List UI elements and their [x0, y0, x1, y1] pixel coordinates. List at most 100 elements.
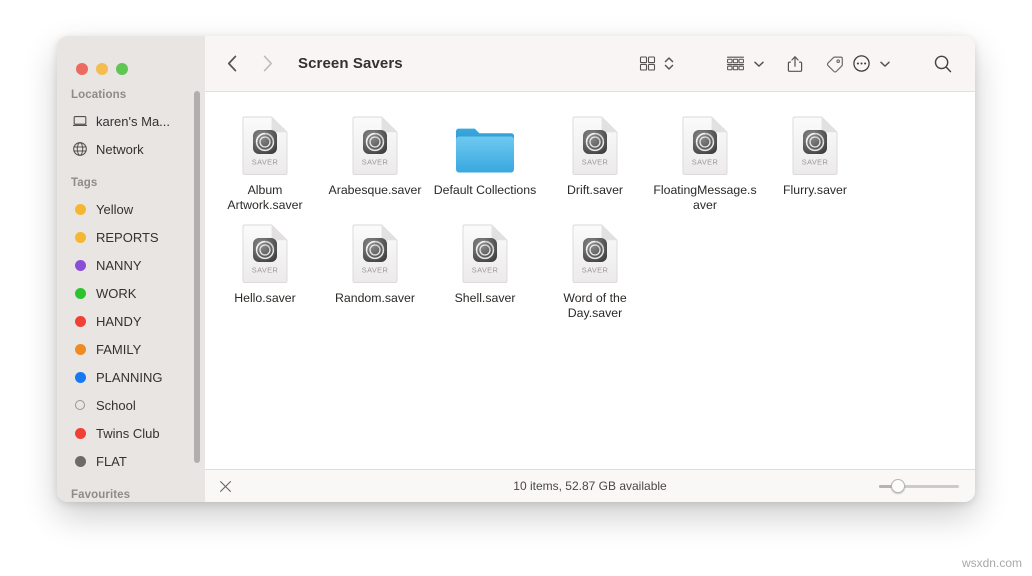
sidebar-item-tag-school[interactable]: School	[57, 391, 205, 419]
minimize-window-button[interactable]	[96, 63, 108, 75]
file-item[interactable]: SAVER Shell.saver	[430, 216, 540, 320]
slider-knob[interactable]	[891, 479, 905, 493]
file-label: Drift.saver	[543, 183, 647, 198]
file-item[interactable]: SAVER Drift.saver	[540, 108, 650, 212]
file-label: FloatingMessage.saver	[653, 183, 757, 212]
sidebar-item-tag-nanny[interactable]: NANNY	[57, 251, 205, 279]
tag-dot-icon	[72, 313, 88, 329]
file-item[interactable]: SAVER Random.saver	[320, 216, 430, 320]
sidebar-item-karens-mac[interactable]: karen's Ma...	[57, 107, 205, 135]
file-item[interactable]: SAVER FloatingMessage.saver	[650, 108, 760, 212]
tag-dot-icon	[72, 201, 88, 217]
toolbar-right-group	[635, 50, 957, 78]
saver-badge-text: SAVER	[582, 157, 609, 166]
file-item[interactable]: SAVER Arabesque.saver	[320, 108, 430, 212]
sidebar-item-network[interactable]: Network	[57, 135, 205, 163]
group-by-button[interactable]	[722, 50, 749, 78]
sidebar-scroll-area: Locations karen's Ma...	[57, 83, 205, 502]
file-label: Arabesque.saver	[323, 183, 427, 198]
sidebar-item-label: FLAT	[96, 454, 127, 469]
sidebar-item-tag-reports[interactable]: REPORTS	[57, 223, 205, 251]
saver-badge-text: SAVER	[362, 265, 389, 274]
sidebar-item-label: NANNY	[96, 258, 142, 273]
saver-badge-text: SAVER	[692, 157, 719, 166]
saver-file-icon: SAVER	[792, 110, 838, 176]
sidebar: Locations karen's Ma...	[57, 36, 205, 502]
sidebar-item-tag-handy[interactable]: HANDY	[57, 307, 205, 335]
close-icon[interactable]	[217, 478, 233, 494]
sidebar-item-tag-work[interactable]: WORK	[57, 279, 205, 307]
status-bar: 10 items, 52.87 GB available	[205, 469, 975, 502]
search-button[interactable]	[929, 50, 957, 78]
sidebar-item-label: WORK	[96, 286, 136, 301]
chevron-down-icon[interactable]	[749, 50, 769, 78]
tag-dot-icon	[72, 285, 88, 301]
sidebar-item-label: PLANNING	[96, 370, 162, 385]
forward-button[interactable]	[260, 54, 274, 74]
tag-dot-icon	[72, 229, 88, 245]
window-title: Screen Savers	[298, 55, 403, 72]
sidebar-item-label: HANDY	[96, 314, 142, 329]
sidebar-item-label: Yellow	[96, 202, 133, 217]
more-options-button[interactable]	[848, 50, 875, 78]
sidebar-item-tag-yellow[interactable]: Yellow	[57, 195, 205, 223]
main-pane: Screen Savers	[205, 36, 975, 502]
zoom-slider[interactable]	[879, 479, 959, 493]
toolbar: Screen Savers	[205, 36, 975, 92]
zoom-window-button[interactable]	[116, 63, 128, 75]
saver-file-icon: SAVER	[462, 218, 508, 284]
file-item[interactable]: SAVER Hello.saver	[210, 216, 320, 320]
sidebar-scrollbar[interactable]	[194, 91, 200, 463]
traffic-lights	[57, 36, 205, 83]
sidebar-item-label: karen's Ma...	[96, 114, 170, 129]
navigation-arrows	[225, 54, 274, 74]
icon-view-button[interactable]	[635, 50, 660, 78]
file-item[interactable]: SAVER Album Artwork.saver	[210, 108, 320, 212]
file-item[interactable]: SAVER Word of the Day.saver	[540, 216, 650, 320]
file-label: Flurry.saver	[763, 183, 867, 198]
sidebar-item-label: FAMILY	[96, 342, 141, 357]
tag-dot-icon	[72, 425, 88, 441]
saver-badge-text: SAVER	[472, 265, 499, 274]
saver-file-icon: SAVER	[352, 218, 398, 284]
tag-dot-hollow-icon	[72, 397, 88, 413]
folder-item[interactable]: Default Collections	[430, 108, 540, 212]
view-sort-chevrons-icon[interactable]	[660, 50, 678, 78]
finder-window: Locations karen's Ma...	[57, 36, 975, 502]
laptop-icon	[72, 113, 88, 129]
tag-dot-icon	[72, 453, 88, 469]
sidebar-section-tags-title: Tags	[57, 163, 205, 195]
file-label: Default Collections	[433, 183, 537, 198]
saver-badge-text: SAVER	[362, 157, 389, 166]
saver-badge-text: SAVER	[252, 157, 279, 166]
back-button[interactable]	[225, 54, 239, 74]
screen-root: Locations karen's Ma...	[0, 0, 1032, 576]
folder-icon	[454, 110, 516, 176]
file-label: Random.saver	[323, 291, 427, 306]
globe-icon	[72, 141, 88, 157]
sidebar-item-label: REPORTS	[96, 230, 159, 245]
tag-button[interactable]	[821, 50, 848, 78]
saver-file-icon: SAVER	[572, 218, 618, 284]
file-label: Shell.saver	[433, 291, 537, 306]
file-item[interactable]: SAVER Flurry.saver	[760, 108, 870, 212]
saver-file-icon: SAVER	[572, 110, 618, 176]
saver-file-icon: SAVER	[242, 110, 288, 176]
file-label: Album Artwork.saver	[213, 183, 317, 212]
share-button[interactable]	[783, 50, 807, 78]
sidebar-item-label: Network	[96, 142, 144, 157]
sidebar-item-tag-family[interactable]: FAMILY	[57, 335, 205, 363]
file-grid-area[interactable]: SAVER Album Artwork.saver	[205, 92, 975, 469]
file-grid: SAVER Album Artwork.saver	[205, 92, 975, 320]
saver-file-icon: SAVER	[682, 110, 728, 176]
chevron-down-icon[interactable]	[875, 50, 895, 78]
sidebar-item-tag-flat[interactable]: FLAT	[57, 447, 205, 475]
sidebar-item-tag-twins-club[interactable]: Twins Club	[57, 419, 205, 447]
file-label: Hello.saver	[213, 291, 317, 306]
sidebar-item-tag-planning[interactable]: PLANNING	[57, 363, 205, 391]
close-window-button[interactable]	[76, 63, 88, 75]
tag-dot-icon	[72, 369, 88, 385]
sidebar-section-locations-title: Locations	[57, 83, 205, 107]
saver-file-icon: SAVER	[352, 110, 398, 176]
sidebar-item-label: Twins Club	[96, 426, 160, 441]
